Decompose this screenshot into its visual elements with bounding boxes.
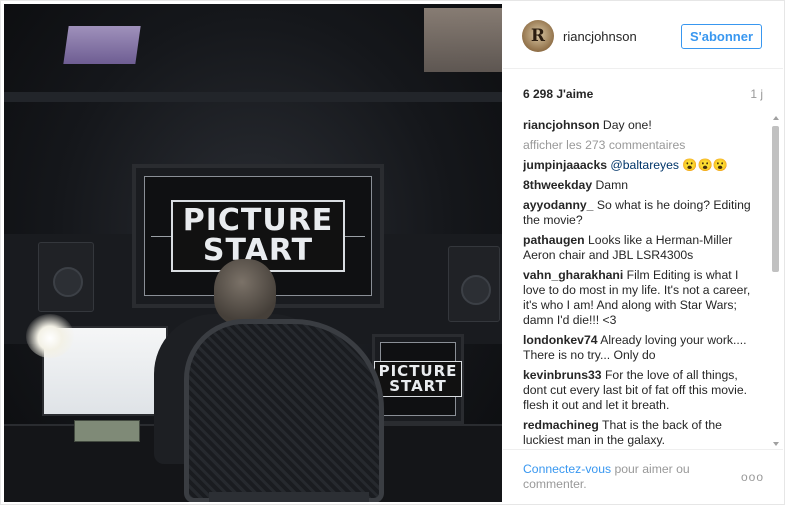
comment-user[interactable]: riancjohnson [523,118,600,132]
ceiling-beam [4,92,502,102]
post-sidebar: R riancjohnson S'abonner 6 298 J'aime 1 … [503,4,783,502]
monitor-text-line1: PICTURE [182,203,334,238]
comment-user[interactable]: kevinbruns33 [523,368,602,382]
picture-start-card: PICTURE START [373,361,463,397]
comment-text: Damn [595,178,629,192]
username-link[interactable]: riancjohnson [563,29,637,44]
list-item: vahn_gharakhani Film Editing is what I l… [523,268,763,328]
comment-user[interactable]: jumpinjaaacks [523,158,607,172]
list-item: 8thweekday Damn [523,178,763,193]
studio-speaker [448,246,500,322]
follow-button[interactable]: S'abonner [681,24,762,49]
scroll-down-arrow-icon[interactable] [773,442,779,446]
avatar[interactable]: R [522,20,554,52]
studio-speaker [38,242,94,312]
likes-count[interactable]: 6 298 J'aime [523,87,593,101]
comments-list[interactable]: riancjohnson Day one! afficher les 273 c… [523,118,763,448]
small-monitor-text-line2: START [389,377,447,395]
editor-head [214,259,276,325]
login-link[interactable]: Connectez-vous [523,462,611,476]
scrollbar-thumb[interactable] [772,126,779,272]
desk-lamp [26,314,74,358]
caption: riancjohnson Day one! [523,118,763,133]
chair-base [209,492,369,502]
avatar-letter: R [530,26,546,46]
view-all-comments-link[interactable]: afficher les 273 commentaires [523,138,763,153]
post-header: R riancjohnson S'abonner [503,4,783,69]
comment-text: 😮😮😮 [682,158,728,172]
list-item: londonkev74 Already loving your work....… [523,333,763,363]
ceiling-light [424,8,502,72]
list-item: pathaugen Looks like a Herman-Miller Aer… [523,233,763,263]
post-photo[interactable]: PICTURE START PICTURE START [4,4,502,502]
mesh-chair [184,319,384,502]
post-footer: Connectez-vous pour aimer ou commenter. … [503,449,783,502]
monitor-screen: PICTURE START [373,342,463,416]
list-item: redmachineg That is the back of the luck… [523,418,763,448]
post-frame: PICTURE START PICTURE START R riancjohns… [0,0,785,505]
comment-user[interactable]: 8thweekday [523,178,592,192]
likes-row: 6 298 J'aime 1 j [523,84,763,102]
comment-mention[interactable]: @baltareyes [610,158,679,172]
comment-user[interactable]: londonkev74 [523,333,598,347]
list-item: kevinbruns33 For the love of all things,… [523,368,763,413]
list-item: ayyodanny_ So what is he doing? Editing … [523,198,763,228]
comments-scrollbar[interactable] [769,114,781,448]
ceiling-light [63,26,141,64]
comment-user[interactable]: pathaugen [523,233,585,247]
post-time[interactable]: 1 j [750,87,763,101]
comment-user[interactable]: vahn_gharakhani [523,268,623,282]
scroll-up-arrow-icon[interactable] [773,116,779,120]
comment-user[interactable]: ayyodanny_ [523,198,593,212]
second-monitor: PICTURE START [372,334,464,424]
comment-user[interactable]: redmachineg [523,418,599,432]
control-surface [74,420,140,442]
login-prompt: Connectez-vous pour aimer ou commenter. [523,462,723,492]
more-options-icon[interactable]: ooo [741,470,764,484]
list-item: jumpinjaaacks @baltareyes 😮😮😮 [523,158,763,173]
comment-text: Day one! [602,118,652,132]
